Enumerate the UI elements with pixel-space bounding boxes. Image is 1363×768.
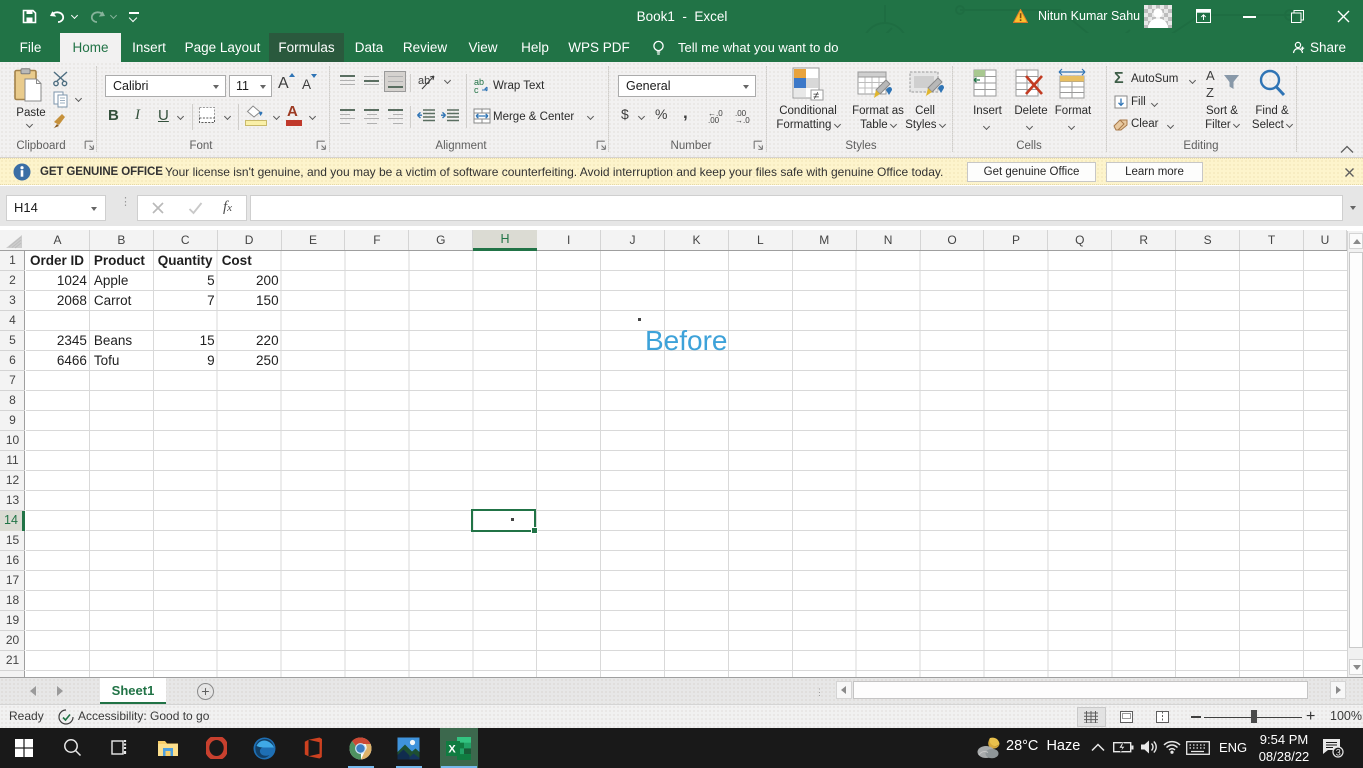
svg-text:X: X (448, 744, 456, 756)
svg-text:→.0: →.0 (735, 116, 750, 123)
svg-text:Z: Z (1206, 85, 1214, 100)
svg-text:ab: ab (418, 75, 430, 87)
svg-text:A: A (1206, 68, 1215, 83)
svg-text:3: 3 (1336, 748, 1341, 758)
svg-text:c: c (474, 85, 479, 94)
svg-text:.00: .00 (708, 116, 720, 123)
svg-text:≠: ≠ (813, 90, 819, 102)
